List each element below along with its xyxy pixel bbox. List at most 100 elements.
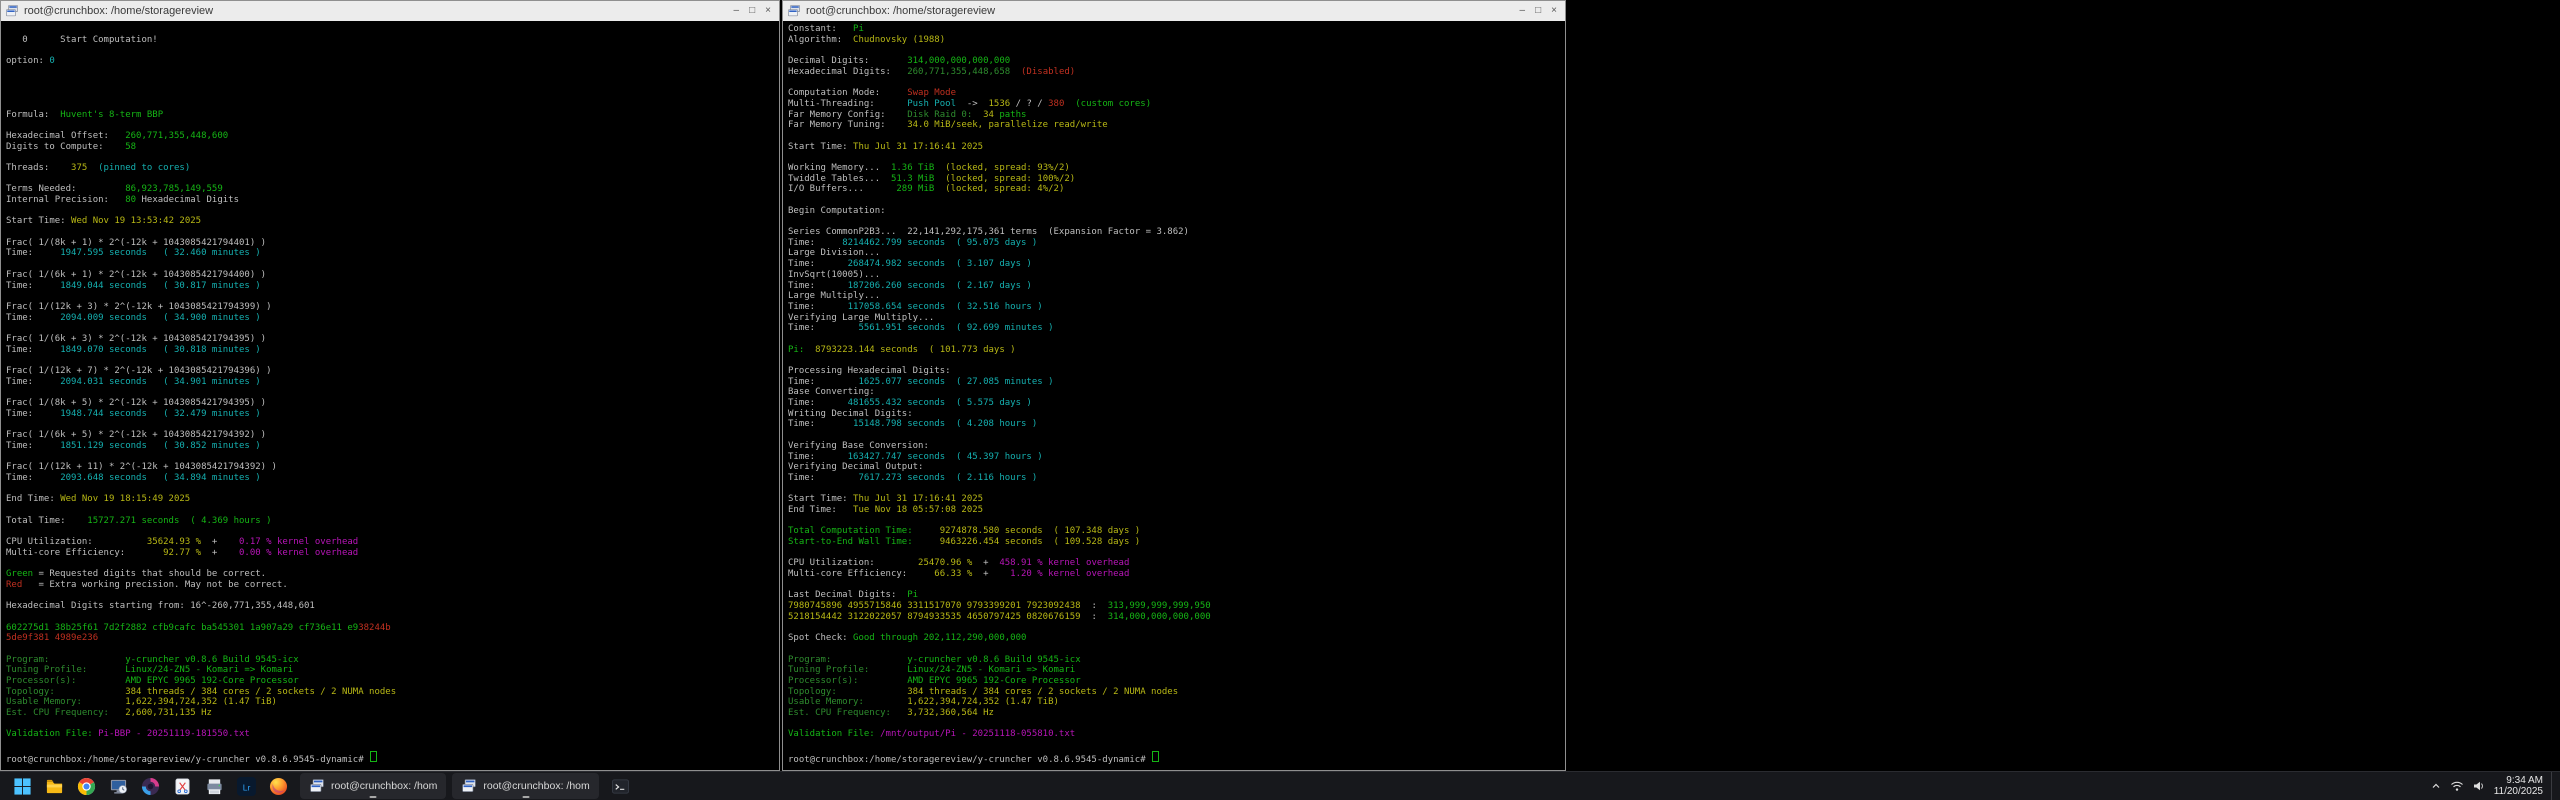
terminal-line: Time: 1948.744 seconds ( 32.479 minutes … <box>6 409 779 420</box>
taskbar-clock[interactable]: 9:34 AM 11/20/2025 <box>2494 775 2543 798</box>
minimize-button[interactable]: – <box>1520 1 1526 21</box>
terminal-line <box>6 323 779 334</box>
terminal-line: Hexadecimal Offset: 260,771,355,448,600 <box>6 131 779 142</box>
snipping-tool-button[interactable] <box>166 773 198 799</box>
terminal-line: 0 Start Computation! <box>6 35 779 46</box>
terminal-line: root@crunchbox:/home/storagereview/y-cru… <box>6 751 779 762</box>
terminal-line <box>788 131 1565 142</box>
taskbar-items: Lr root@crunchbox: /hom root@crunchbox: /h… <box>0 772 637 800</box>
taskbar-window-button[interactable]: root@crunchbox: /hom <box>452 773 598 799</box>
terminal-line <box>788 548 1565 559</box>
terminal-line: Start-to-End Wall Time: 9463226.454 seco… <box>788 537 1565 548</box>
terminal-line <box>6 719 779 730</box>
terminal-line <box>6 174 779 185</box>
terminal-line: Usable Memory: 1,622,394,724,352 (1.47 T… <box>6 697 779 708</box>
terminal-line: Far Memory Config: Disk Raid 0: 34 paths <box>788 110 1565 121</box>
terminal-line: Frac( 1/(6k + 3) * 2^(-12k + 10430854217… <box>6 334 779 345</box>
svg-text:Lr: Lr <box>242 782 250 792</box>
terminal-line: Frac( 1/(8k + 5) * 2^(-12k + 10430854217… <box>6 398 779 409</box>
terminal-line <box>788 484 1565 495</box>
terminal-line: Hexadecimal Digits: 260,771,355,448,658 … <box>788 67 1565 78</box>
terminal-line: Frac( 1/(6k + 5) * 2^(-12k + 10430854217… <box>6 430 779 441</box>
terminal-app-icon <box>611 777 630 796</box>
terminal-line: Frac( 1/(12k + 7) * 2^(-12k + 1043085421… <box>6 366 779 377</box>
terminal-line <box>788 623 1565 634</box>
terminal-line: Large Division... <box>788 248 1565 259</box>
terminal-line: Validation File: Pi-BBP - 20251119-18155… <box>6 729 779 740</box>
show-desktop-button[interactable] <box>2551 772 2556 800</box>
terminal-line: Topology: 384 threads / 384 cores / 2 so… <box>788 687 1565 698</box>
window-title: root@crunchbox: /home/storagereview <box>806 5 1520 17</box>
network-icon[interactable] <box>2450 780 2464 792</box>
terminal-line: Total Computation Time: 9274878.580 seco… <box>788 526 1565 537</box>
clock-time: 9:34 AM <box>2494 775 2543 787</box>
chrome-icon <box>77 777 96 796</box>
terminal-line: Est. CPU Frequency: 3,732,360,564 Hz <box>788 708 1565 719</box>
terminal-cursor <box>370 751 377 762</box>
tray-chevron-up-icon[interactable] <box>2430 780 2442 792</box>
lightroom-button[interactable]: Lr <box>230 773 262 799</box>
terminal-line: Hexadecimal Digits starting from: 16^-26… <box>6 601 779 612</box>
file-explorer-button[interactable] <box>38 773 70 799</box>
terminal-line: Twiddle Tables... 51.3 MiB (locked, spre… <box>788 174 1565 185</box>
terminal-line: I/O Buffers... 289 MiB (locked, spread: … <box>788 184 1565 195</box>
terminal-line: 602275d1 38b25f61 7d2f2882 cfb9cafc ba54… <box>6 623 779 634</box>
maximize-button[interactable]: □ <box>1535 1 1541 21</box>
terminal-line <box>788 740 1565 751</box>
terminal-line <box>788 77 1565 88</box>
start-button[interactable] <box>6 773 38 799</box>
terminal-line: Time: 163427.747 seconds ( 45.397 hours … <box>788 452 1565 463</box>
terminal-line <box>788 719 1565 730</box>
terminal-line: Time: 2094.031 seconds ( 34.901 minutes … <box>6 377 779 388</box>
terminal-line <box>6 67 779 78</box>
terminal-line: Multi-core Efficiency: 92.77 % + 0.00 % … <box>6 548 779 559</box>
terminal-line: Verifying Large Multiply... <box>788 313 1565 324</box>
terminal-line: Start Time: Thu Jul 31 17:16:41 2025 <box>788 142 1565 153</box>
running-indicator <box>370 796 377 798</box>
terminal-line: Time: 2094.009 seconds ( 34.900 minutes … <box>6 313 779 324</box>
terminal-line: Time: 15148.798 seconds ( 4.208 hours ) <box>788 419 1565 430</box>
paint-button[interactable] <box>134 773 166 799</box>
terminal-line: Program: y-cruncher v0.8.6 Build 9545-ic… <box>788 655 1565 666</box>
terminal-line: Time: 2093.648 seconds ( 34.894 minutes … <box>6 473 779 484</box>
window-titlebar[interactable]: root@crunchbox: /home/storagereview – □ … <box>1 1 779 21</box>
terminal-screen[interactable]: Constant: PiAlgorithm: Chudnovsky (1988)… <box>783 21 1565 775</box>
terminal-line <box>788 644 1565 655</box>
terminal-line: Spot Check: Good through 202,112,290,000… <box>788 633 1565 644</box>
terminal-screen[interactable]: 0 Start Computation! option: 0 Formula: … <box>1 21 779 775</box>
file-explorer-icon <box>45 777 64 796</box>
terminal-line: Processing Hexadecimal Digits: <box>788 366 1565 377</box>
terminal-line: Est. CPU Frequency: 2,600,731,135 Hz <box>6 708 779 719</box>
terminal-line: Working Memory... 1.36 TiB (locked, spre… <box>788 163 1565 174</box>
printer-icon <box>205 777 224 796</box>
terminal-line <box>6 484 779 495</box>
snipping-tool-icon <box>173 777 192 796</box>
printer-button[interactable] <box>198 773 230 799</box>
close-button[interactable]: × <box>765 1 771 21</box>
terminal-line <box>6 45 779 56</box>
firefox-button[interactable] <box>262 773 294 799</box>
start-icon <box>13 777 32 796</box>
terminal-line: Time: 268474.982 seconds ( 3.107 days ) <box>788 259 1565 270</box>
terminal-line: Writing Decimal Digits: <box>788 409 1565 420</box>
taskbar-window-button-label: root@crunchbox: /hom <box>331 780 437 792</box>
putty-icon <box>461 778 477 794</box>
volume-icon[interactable] <box>2472 780 2486 792</box>
terminal-line: Time: 5561.951 seconds ( 92.699 minutes … <box>788 323 1565 334</box>
window-titlebar[interactable]: root@crunchbox: /home/storagereview – □ … <box>783 1 1565 21</box>
terminal-line <box>788 334 1565 345</box>
maximize-button[interactable]: □ <box>749 1 755 21</box>
close-button[interactable]: × <box>1551 1 1557 21</box>
terminal-line: Constant: Pi <box>788 24 1565 35</box>
terminal-line <box>6 452 779 463</box>
terminal-line: Decimal Digits: 314,000,000,000,000 <box>788 56 1565 67</box>
taskbar-window-button[interactable] <box>605 773 637 799</box>
terminal-line <box>788 195 1565 206</box>
minimize-button[interactable]: – <box>734 1 740 21</box>
terminal-line: Tuning Profile: Linux/24-ZN5 - Komari =>… <box>788 665 1565 676</box>
chrome-button[interactable] <box>70 773 102 799</box>
remote-desktop-button[interactable] <box>102 773 134 799</box>
putty-icon <box>5 4 19 18</box>
taskbar-window-button[interactable]: root@crunchbox: /hom <box>300 773 446 799</box>
terminal-line <box>6 88 779 99</box>
